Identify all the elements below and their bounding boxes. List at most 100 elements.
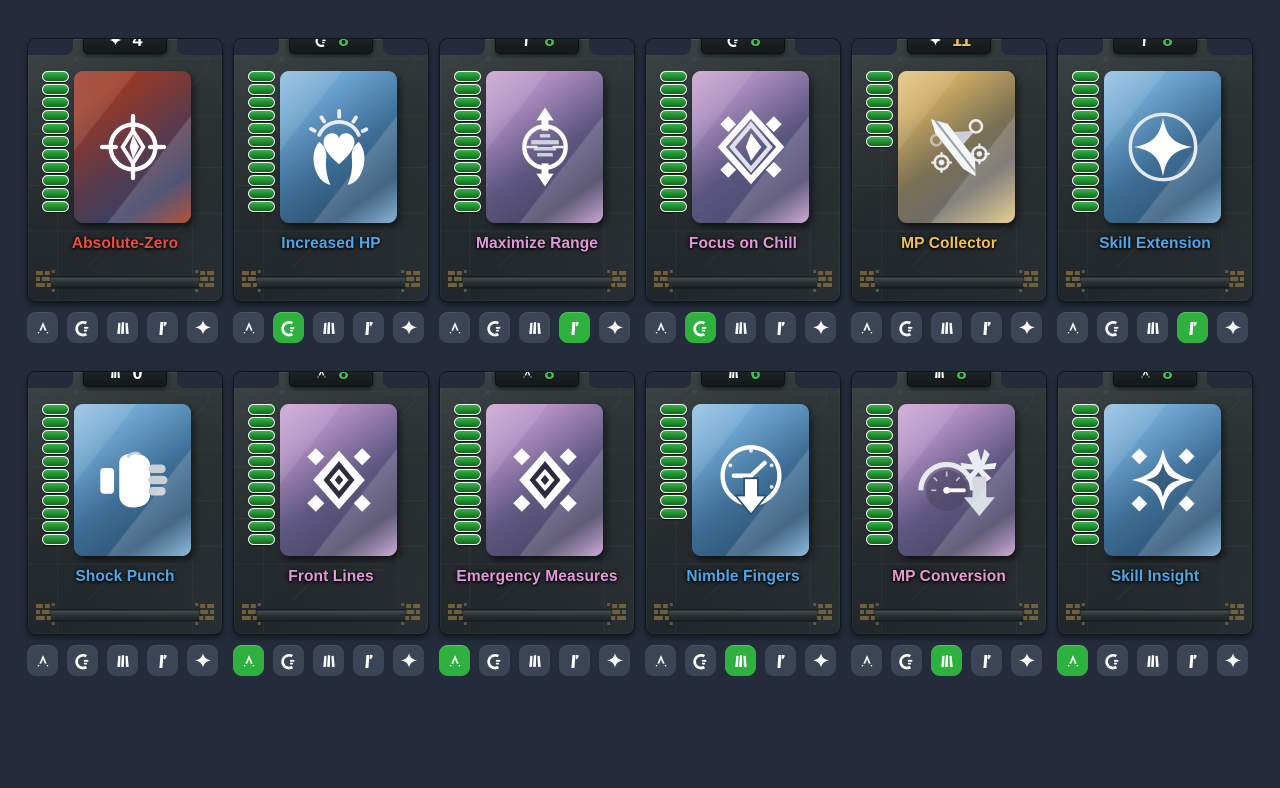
level-pip	[454, 136, 481, 147]
class-button-chevron[interactable]	[645, 645, 676, 676]
class-button-flag[interactable]	[1177, 645, 1208, 676]
skill-card[interactable]: 8 Focus on Chill	[645, 38, 841, 302]
class-button-crescent[interactable]	[67, 312, 98, 343]
skill-card[interactable]: 8 Increased HP	[233, 38, 429, 302]
class-button-shuriken[interactable]	[1217, 645, 1248, 676]
class-button-chevron[interactable]	[439, 312, 470, 343]
class-button-flag[interactable]	[971, 645, 1002, 676]
skill-card[interactable]: 8 Maximize Range	[439, 38, 635, 302]
level-pip	[1072, 201, 1099, 212]
level-pip	[660, 456, 687, 467]
class-button-shuriken[interactable]	[599, 645, 630, 676]
class-button-chevron[interactable]	[27, 645, 58, 676]
class-button-chevron[interactable]	[439, 645, 470, 676]
class-button-shuriken[interactable]	[187, 312, 218, 343]
class-button-chevron[interactable]	[645, 312, 676, 343]
class-button-claw[interactable]	[725, 312, 756, 343]
class-button-chevron[interactable]	[851, 312, 882, 343]
card-cell: 6 Nimble Fingers	[642, 357, 844, 676]
skill-card[interactable]: 6 Nimble Fingers	[645, 371, 841, 635]
class-button-flag[interactable]	[765, 312, 796, 343]
class-button-chevron[interactable]	[851, 645, 882, 676]
level-pip	[42, 443, 69, 454]
level-pip	[454, 123, 481, 134]
chevron-glyph	[317, 372, 327, 378]
class-button-shuriken[interactable]	[1217, 312, 1248, 343]
class-button-crescent[interactable]	[273, 312, 304, 343]
class-button-flag[interactable]	[353, 312, 384, 343]
card-level-pips	[866, 404, 893, 545]
flag-glyph	[158, 321, 167, 335]
flag-glyph	[364, 321, 373, 335]
class-button-shuriken[interactable]	[1011, 312, 1042, 343]
class-button-claw[interactable]	[1137, 312, 1168, 343]
class-button-crescent[interactable]	[273, 645, 304, 676]
level-pip	[42, 201, 69, 212]
class-button-crescent[interactable]	[685, 645, 716, 676]
class-button-shuriken[interactable]	[1011, 645, 1042, 676]
card-class-filter-row	[27, 645, 223, 676]
card-level-pips	[42, 71, 69, 212]
class-button-claw[interactable]	[725, 645, 756, 676]
class-button-crescent[interactable]	[891, 312, 922, 343]
class-button-flag[interactable]	[559, 312, 590, 343]
class-button-shuriken[interactable]	[393, 312, 424, 343]
class-button-claw[interactable]	[107, 645, 138, 676]
class-button-claw[interactable]	[519, 645, 550, 676]
skill-card[interactable]: 8 Skill Extension	[1057, 38, 1253, 302]
level-pip	[454, 534, 481, 545]
level-pip	[454, 521, 481, 532]
skill-card[interactable]: 8 Front Lines	[233, 371, 429, 635]
class-button-flag[interactable]	[147, 645, 178, 676]
class-button-chevron[interactable]	[27, 312, 58, 343]
class-button-claw[interactable]	[931, 312, 962, 343]
class-button-flag[interactable]	[353, 645, 384, 676]
class-button-claw[interactable]	[519, 312, 550, 343]
class-button-shuriken[interactable]	[805, 645, 836, 676]
card-notch-right	[795, 39, 840, 55]
card-notch-right	[177, 372, 222, 388]
level-pip	[660, 417, 687, 428]
class-button-shuriken[interactable]	[805, 312, 836, 343]
level-pip	[454, 97, 481, 108]
class-button-flag[interactable]	[147, 312, 178, 343]
class-button-shuriken[interactable]	[599, 312, 630, 343]
class-button-flag[interactable]	[765, 645, 796, 676]
level-pip	[866, 495, 893, 506]
class-button-shuriken[interactable]	[393, 645, 424, 676]
class-button-flag[interactable]	[1177, 312, 1208, 343]
skill-card[interactable]: 8 Skill Insight	[1057, 371, 1253, 635]
class-button-crescent[interactable]	[891, 645, 922, 676]
skill-card[interactable]: 4 Absolute-Zero	[27, 38, 223, 302]
level-pip	[866, 521, 893, 532]
shuriken-glyph	[194, 319, 211, 335]
class-button-crescent[interactable]	[685, 312, 716, 343]
class-button-chevron[interactable]	[1057, 312, 1088, 343]
class-button-claw[interactable]	[1137, 645, 1168, 676]
card-cell: 8 Front Lines	[230, 357, 432, 676]
class-button-claw[interactable]	[313, 312, 344, 343]
class-button-claw[interactable]	[107, 312, 138, 343]
class-button-crescent[interactable]	[479, 312, 510, 343]
class-button-crescent[interactable]	[1097, 645, 1128, 676]
class-button-crescent[interactable]	[479, 645, 510, 676]
skill-card[interactable]: 0 Shock Punch	[27, 371, 223, 635]
class-button-shuriken[interactable]	[187, 645, 218, 676]
class-button-claw[interactable]	[313, 645, 344, 676]
level-pip	[42, 149, 69, 160]
skill-card[interactable]: 8 MP Conversion	[851, 371, 1047, 635]
class-button-flag[interactable]	[559, 645, 590, 676]
card-cost-badge: 0	[83, 372, 167, 387]
class-button-claw[interactable]	[931, 645, 962, 676]
card-cost-badge: 8	[701, 39, 785, 54]
level-pip	[42, 188, 69, 199]
skill-card[interactable]: 8 Emergency Measures	[439, 371, 635, 635]
class-button-crescent[interactable]	[1097, 312, 1128, 343]
class-button-flag[interactable]	[971, 312, 1002, 343]
class-button-chevron[interactable]	[233, 312, 264, 343]
class-button-chevron[interactable]	[1057, 645, 1088, 676]
skill-card[interactable]: 11 MP Collector	[851, 38, 1047, 302]
class-button-crescent[interactable]	[67, 645, 98, 676]
class-button-chevron[interactable]	[233, 645, 264, 676]
level-pip	[248, 482, 275, 493]
